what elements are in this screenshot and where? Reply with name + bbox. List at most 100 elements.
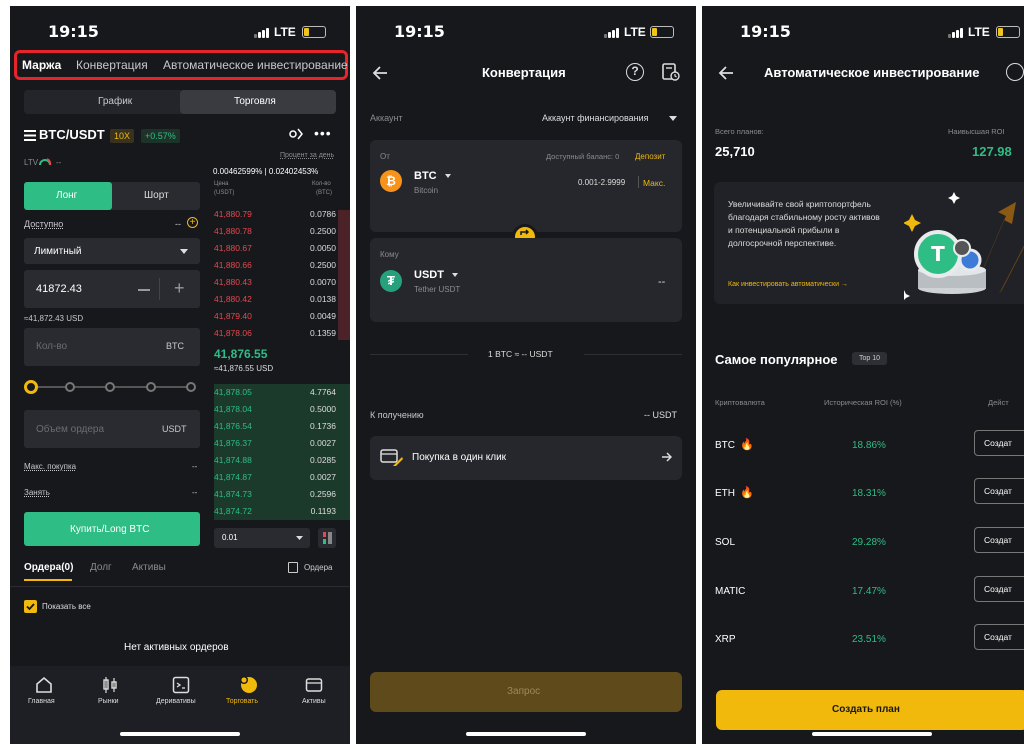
ask-row[interactable]: 41,880.42 0.0138 [210,291,350,308]
chevron-down-icon [296,536,303,540]
bid-qty: 0.1736 [310,421,336,431]
bid-qty: 0.2596 [310,489,336,499]
tab-convert[interactable]: Конвертация [76,58,148,72]
list-item[interactable]: XRP 23.51% Создат [702,620,1024,660]
back-arrow-icon[interactable] [718,66,734,80]
list-item[interactable]: ETH 🔥 18.31% Создат [702,474,1024,514]
history-icon[interactable] [661,62,681,82]
nav-trade[interactable]: Торговать [224,674,270,714]
transfer-add-icon[interactable]: + [187,217,198,228]
list-item[interactable]: MATIC 17.47% Создат [702,572,1024,612]
ask-price: 41,880.79 [214,209,252,219]
bid-row[interactable]: 41,876.37 0.0027 [210,435,350,452]
mode-chart-tab[interactable]: График [98,96,132,107]
slider-step[interactable] [105,382,115,392]
slider-handle[interactable] [24,380,38,394]
ask-row[interactable]: 41,880.78 0.2500 [210,223,350,240]
tab-debt[interactable]: Долг [90,562,112,573]
status-bar: 19:15 LTE [10,6,350,54]
promo-text: Увеличивайте свой криптопортфель благода… [728,199,880,248]
settings-icon[interactable] [288,127,304,141]
create-row-label: Создат [984,438,1012,448]
to-coin[interactable]: USDT [414,269,444,281]
bid-row[interactable]: 41,876.54 0.1736 [210,418,350,435]
ask-row[interactable]: 41,880.79 0.0786 [210,206,350,223]
help-icon[interactable] [1006,63,1024,81]
ask-row[interactable]: 41,880.43 0.0070 [210,274,350,291]
slider-step[interactable] [186,382,196,392]
ask-price: 41,880.66 [214,260,252,270]
max-button[interactable]: Макс. [643,178,665,188]
status-time: 19:15 [48,22,99,41]
col-price-unit: (USDT) [214,190,235,196]
menu-icon[interactable] [24,130,36,141]
price-decrease-icon[interactable] [138,289,150,291]
card-rocket-icon [380,448,404,468]
list-item[interactable]: SOL 29.28% Создат [702,523,1024,563]
popular-list: BTC 🔥 18.86% Создат ETH 🔥 18.31% Создат … [702,426,1024,666]
bid-row[interactable]: 41,878.05 4.7764 [210,384,350,401]
ask-row[interactable]: 41,879.40 0.0049 [210,308,350,325]
short-button[interactable]: Шорт [144,190,169,201]
back-arrow-icon[interactable] [372,66,388,80]
bid-row[interactable]: 41,878.04 0.5000 [210,401,350,418]
divider [370,354,468,355]
home-icon [36,676,52,693]
coin-name: ETH [715,488,735,499]
price-usd: ≈41,872.43 USD [24,314,84,323]
to-coin-name: Tether USDT [414,285,461,294]
bid-row[interactable]: 41,874.88 0.0285 [210,452,350,469]
bid-row[interactable]: 41,874.87 0.0027 [210,469,350,486]
ask-row[interactable]: 41,878.06 0.1359 [210,325,350,342]
quantity-unit: BTC [166,341,184,351]
ask-row[interactable]: 41,880.66 0.2500 [210,257,350,274]
amount-range[interactable]: 0.001-2.9999 [578,178,625,187]
exchange-rate: 1 BTC ≈ -- USDT [488,349,553,359]
ask-row[interactable]: 41,880.67 0.0050 [210,240,350,257]
list-item[interactable]: BTC 🔥 18.86% Создат [702,426,1024,466]
bid-price: 41,876.54 [214,421,252,431]
bid-row[interactable]: 41,874.73 0.2596 [210,486,350,503]
bid-qty: 0.5000 [310,404,336,414]
slider-step[interactable] [65,382,75,392]
nav-markets[interactable]: Рынки [90,674,130,714]
network-label: LTE [624,25,646,39]
top-badge: Top 10 [852,352,888,365]
chevron-down-icon[interactable] [452,273,458,277]
tab-auto-invest[interactable]: Автоматическое инвестирование [163,58,348,72]
nav-assets[interactable]: Активы [294,674,334,714]
tab-orders[interactable]: Ордера(0) [24,562,73,573]
more-icon[interactable]: ••• [314,125,332,141]
ask-qty: 0.0049 [310,311,336,321]
col-qty-unit: (BTC) [316,190,332,196]
coin-name: BTC [715,440,735,451]
margin-trading-screen: 19:15 LTE Маржа Конвертация Автоматическ… [10,6,350,744]
help-icon[interactable]: ? [626,63,644,81]
chevron-down-icon[interactable] [445,174,451,178]
ask-qty: 0.0050 [310,243,336,253]
pair-name[interactable]: BTC/USDT [39,127,105,142]
roi-value: 23.51% [852,634,886,645]
trade-icon [240,676,257,693]
bid-row[interactable]: 41,874.72 0.1193 [210,503,350,520]
account-select[interactable]: Аккаунт финансирования [542,113,649,123]
nav-derivatives[interactable]: Деривативы [154,674,208,714]
from-coin[interactable]: BTC [414,170,437,182]
network-label: LTE [968,25,990,39]
roi-value: 29.28% [852,537,886,548]
deposit-link[interactable]: Депозит [635,152,665,161]
book-view-icon[interactable] [318,528,336,548]
tab-margin[interactable]: Маржа [22,58,61,72]
create-row-label: Создат [984,632,1012,642]
orders-link[interactable]: Ордера [304,563,333,572]
tab-assets[interactable]: Активы [132,562,166,573]
price-increase-icon[interactable]: + [174,278,185,299]
slider-step[interactable] [146,382,156,392]
no-orders-text: Нет активных ордеров [124,642,229,653]
ltv-gauge-icon [38,155,52,167]
col-roi: Историческая ROI (%) [824,398,902,407]
show-all-checkbox[interactable] [24,600,37,613]
promo-link[interactable]: Как инвестировать автоматически → [728,281,848,288]
nav-home[interactable]: Главная [24,674,64,714]
battery-icon [996,26,1020,38]
